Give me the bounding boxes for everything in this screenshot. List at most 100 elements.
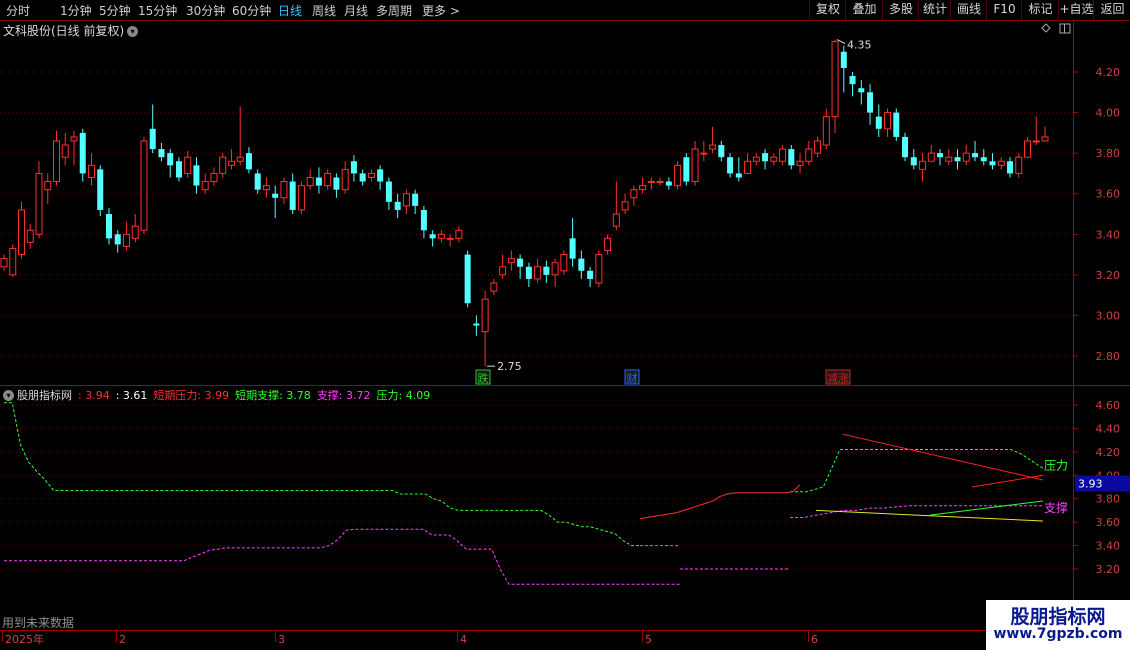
candle-body <box>44 181 52 191</box>
timeframe-tab-8[interactable]: 月线 <box>344 2 368 19</box>
candle-body <box>945 156 953 162</box>
indicator-value-4: 支撑: 3.72 <box>316 389 371 402</box>
short-support-line-2 <box>929 500 1044 516</box>
resistance-label: 压力 <box>1044 459 1068 473</box>
indicator-value-0: : 3.94 <box>78 389 110 402</box>
candle-body <box>560 254 568 272</box>
candle-body <box>525 266 532 279</box>
candle-body <box>499 266 507 276</box>
resistance-line-left <box>4 402 640 547</box>
candle-body <box>193 165 200 186</box>
indicator-tick-label: 4.40 <box>1096 422 1121 435</box>
toolbar-button-0[interactable]: 复权 <box>809 0 846 19</box>
timeframe-tab-5[interactable]: 60分钟 <box>232 2 271 19</box>
toolbar-button-6[interactable]: 标记 <box>1021 0 1059 19</box>
date-label: 6 <box>811 633 818 646</box>
toolbar-button-4[interactable]: 画线 <box>950 0 987 19</box>
date-label: 2025年 <box>5 632 44 646</box>
indicator-name[interactable]: 股朋指标网 <box>17 389 72 402</box>
candle-body <box>656 181 664 184</box>
candle-body <box>927 152 935 162</box>
timeframe-tab-2[interactable]: 5分钟 <box>99 2 131 19</box>
candle-body <box>910 157 917 166</box>
candle-body <box>630 189 638 199</box>
indicator-tick-label: 3.20 <box>1096 563 1121 576</box>
timeframe-tab-0[interactable]: 分时 <box>6 2 30 19</box>
candle-body <box>280 181 288 199</box>
candle-body <box>473 323 480 326</box>
support-line-left <box>4 528 680 585</box>
candle-body <box>980 157 987 162</box>
candle-body <box>350 161 357 174</box>
toolbar-button-1[interactable]: 叠加 <box>845 0 883 19</box>
timeframe-tab-10[interactable]: 更多 > <box>422 2 460 19</box>
short-support-line <box>815 509 1044 522</box>
chart-title[interactable]: 文科股份(日线 前复权) ▾ <box>3 22 139 39</box>
chevron-down-icon[interactable]: ▾ <box>127 26 139 37</box>
chevron-down-icon[interactable]: ▾ <box>3 390 14 401</box>
indicator-value-5: 压力: 4.09 <box>376 389 431 402</box>
chart-title-text: 文科股份(日线 前复权) <box>3 24 125 38</box>
future-data-note: 用到未来数据 <box>2 616 75 630</box>
timeframe-tab-7[interactable]: 周线 <box>312 2 336 19</box>
candle-body <box>324 172 332 187</box>
toolbar-button-5[interactable]: F10 <box>986 0 1022 19</box>
candle-body <box>858 88 865 93</box>
event-marker-2: 减涨 <box>827 372 849 385</box>
toolbar-button-7[interactable]: +自选 <box>1058 0 1094 19</box>
indicator-values: : 3.94: 3.61 短期压力: 3.99 短期支撑: 3.78 支撑: 3.72… <box>72 389 430 402</box>
candle-body <box>831 41 839 118</box>
watermark-title: 股朋指标网 <box>1010 606 1106 628</box>
candle-body <box>744 160 752 174</box>
candle-body <box>306 176 314 187</box>
candle-body <box>236 156 244 162</box>
price-tick-label: 3.80 <box>1096 147 1121 160</box>
indicator-tick-label: 4.20 <box>1096 446 1121 459</box>
candle-body <box>385 181 392 202</box>
candle-body <box>1032 140 1040 143</box>
candle-body <box>1024 140 1032 158</box>
timeframe-tab-3[interactable]: 15分钟 <box>138 2 177 19</box>
date-label: 2 <box>119 633 126 646</box>
short-resistance-line <box>842 433 1044 481</box>
price-tick-label: 3.20 <box>1096 269 1121 282</box>
mid-red-line <box>639 484 801 520</box>
candle-body <box>70 136 78 142</box>
indicator-value-1: : 3.61 <box>115 389 148 402</box>
candle-body <box>122 233 130 247</box>
candle-body <box>517 258 524 267</box>
candle-body <box>752 156 760 162</box>
candle-body <box>289 181 296 210</box>
candle-body <box>105 214 112 239</box>
candle-body <box>490 282 498 292</box>
toolbar-button-3[interactable]: 统计 <box>918 0 951 19</box>
candle-body <box>647 181 655 184</box>
candle-body <box>52 140 60 183</box>
candle-body <box>612 213 620 227</box>
candle-body <box>595 254 603 284</box>
candle-body <box>621 201 629 211</box>
candle-body <box>158 149 165 158</box>
price-tick-label: 4.00 <box>1096 107 1121 120</box>
watermark: 股朋指标网 www.7gpzb.com <box>986 600 1130 650</box>
candle-body <box>140 140 148 231</box>
price-tick-label: 2.80 <box>1096 350 1121 363</box>
timeframe-tab-4[interactable]: 30分钟 <box>186 2 225 19</box>
timeframe-tab-9[interactable]: 多周期 <box>376 2 412 19</box>
candle-body <box>1015 156 1023 174</box>
candle-body <box>0 258 8 268</box>
candle-body <box>972 153 979 158</box>
timeframe-tab-6[interactable]: 日线 <box>278 2 302 19</box>
toolbar-button-8[interactable]: 返回 <box>1093 0 1130 19</box>
date-label: 4 <box>460 633 467 646</box>
diamond-icon <box>1041 23 1051 33</box>
toolbar-button-2[interactable]: 多股 <box>882 0 919 19</box>
timeframe-tab-1[interactable]: 1分钟 <box>60 2 92 19</box>
candle-body <box>534 266 542 280</box>
candle-body <box>367 172 375 178</box>
candle-body <box>762 153 769 162</box>
candle-body <box>902 136 909 158</box>
candle-body <box>893 112 900 137</box>
candle-body <box>989 161 996 166</box>
candle-body <box>578 258 585 271</box>
